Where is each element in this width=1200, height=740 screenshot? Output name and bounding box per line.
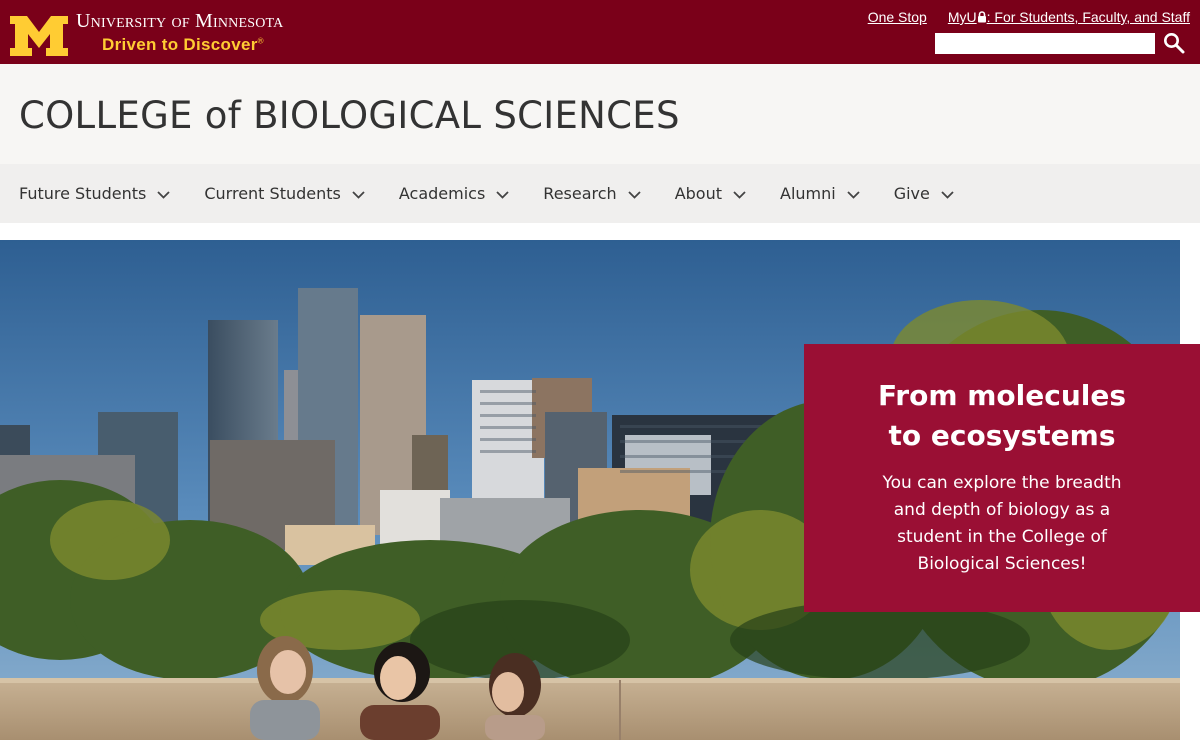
tagline-text: Driven to Discover <box>102 35 258 54</box>
chevron-down-icon <box>352 190 365 199</box>
nav-item-label: About <box>674 184 722 203</box>
college-banner: COLLEGE of BIOLOGICAL SCIENCES <box>0 64 1200 164</box>
nav-item-label: Current Students <box>204 184 341 203</box>
nav-item-label: Future Students <box>19 184 147 203</box>
search-button[interactable] <box>1162 32 1186 56</box>
promo-heading-line-1: From molecules <box>877 379 1127 412</box>
university-wordmark: University of Minnesota Driven to Discov… <box>76 10 284 55</box>
nav-item-alumni[interactable]: Alumni <box>780 184 860 203</box>
registered-mark: ® <box>257 36 264 46</box>
nav-item-label: Research <box>543 184 617 203</box>
chevron-down-icon <box>628 190 641 199</box>
promo-heading-line-2: to ecosystems <box>888 419 1116 452</box>
nav-item-academics[interactable]: Academics <box>399 184 509 203</box>
chevron-down-icon <box>496 190 509 199</box>
chevron-down-icon <box>941 190 954 199</box>
block-m-logo-icon <box>10 16 68 56</box>
nav-item-about[interactable]: About <box>675 184 746 203</box>
chevron-down-icon <box>733 190 746 199</box>
nav-item-current-students[interactable]: Current Students <box>204 184 365 203</box>
nav-item-label: Give <box>893 184 930 203</box>
promo-heading: From molecules to ecosystems <box>804 376 1200 456</box>
chevron-down-icon <box>847 190 860 199</box>
college-title[interactable]: COLLEGE of BIOLOGICAL SCIENCES <box>19 94 680 137</box>
lock-icon <box>977 11 986 23</box>
one-stop-link[interactable]: One Stop <box>868 9 927 25</box>
tagline: Driven to Discover® <box>102 35 283 55</box>
myu-link[interactable]: MyU : For Students, Faculty, and Staff <box>948 9 1190 25</box>
hero-promo-box: From molecules to ecosystems You can expl… <box>804 344 1200 612</box>
utility-links: One Stop MyU : For Students, Faculty, and… <box>868 9 1190 25</box>
university-logo[interactable]: University of Minnesota Driven to Discov… <box>10 10 284 56</box>
nav-list: Future Students Current Students Academi… <box>0 164 1200 223</box>
nav-item-label: Academics <box>398 184 486 203</box>
university-name: University of Minnesota <box>76 10 284 32</box>
nav-item-future-students[interactable]: Future Students <box>19 184 170 203</box>
nav-item-label: Alumni <box>780 184 836 203</box>
myu-prefix: MyU <box>947 9 977 25</box>
nav-item-give[interactable]: Give <box>894 184 954 203</box>
university-header: University of Minnesota Driven to Discov… <box>0 0 1200 64</box>
chevron-down-icon <box>157 190 170 199</box>
search-icon <box>1164 33 1185 54</box>
nav-item-research[interactable]: Research <box>543 184 641 203</box>
main-navigation: Future Students Current Students Academi… <box>0 164 1200 223</box>
myu-suffix: : For Students, Faculty, and Staff <box>986 9 1190 25</box>
search-input[interactable] <box>935 33 1155 54</box>
promo-body: You can explore the breadth and depth of… <box>882 473 1122 574</box>
